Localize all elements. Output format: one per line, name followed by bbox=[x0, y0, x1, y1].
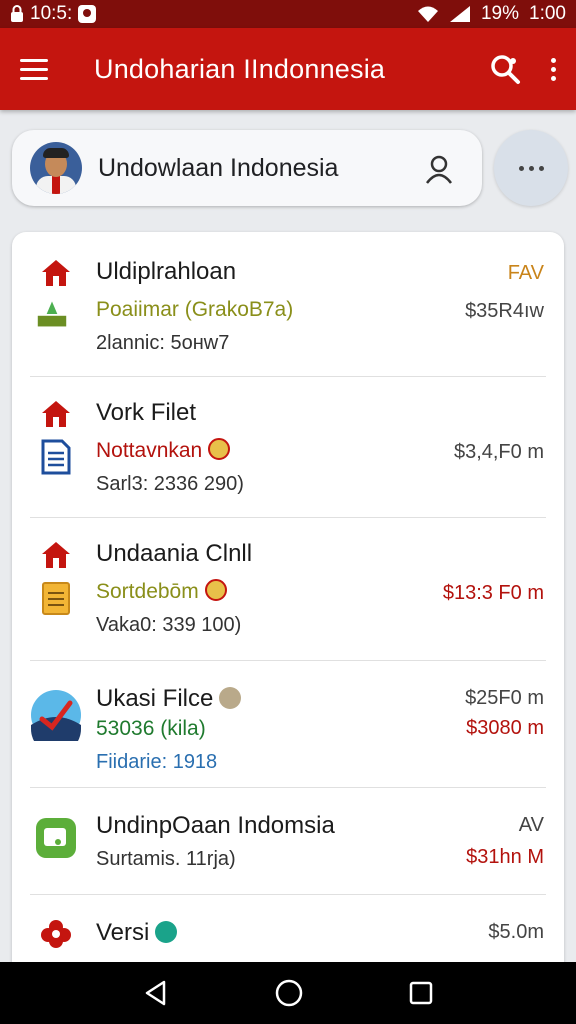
back-icon[interactable] bbox=[142, 979, 170, 1007]
list-item[interactable]: UndinpOaan Indomsia Surtamis. 11rja) AV … bbox=[12, 788, 564, 894]
status-time-left: 10:5: bbox=[30, 3, 73, 24]
item-price-secondary: $3080 m bbox=[466, 717, 544, 739]
item-title: Versi bbox=[96, 919, 178, 947]
search-row: Undowlaan Indonesia bbox=[12, 128, 568, 210]
item-detail: Sarl3: 2336 290) bbox=[96, 473, 244, 495]
home-nav-icon[interactable] bbox=[274, 978, 304, 1008]
item-detail: Vaka0: 339 100) bbox=[96, 614, 242, 636]
avatar bbox=[30, 142, 82, 194]
badge-icon bbox=[219, 686, 242, 709]
item-tag: AV bbox=[518, 814, 544, 836]
item-subtitle: 53036 (kila) bbox=[96, 717, 206, 740]
listing-card: Uldiplrahloan Poaiimar (GrakoB7a) 2lanni… bbox=[12, 232, 564, 992]
item-title: Ukasi Filce bbox=[96, 685, 242, 713]
recents-icon[interactable] bbox=[408, 980, 434, 1006]
navigation-bar bbox=[0, 962, 576, 1024]
item-subtitle: Nottavnkan bbox=[96, 438, 231, 463]
item-detail: Fiidarie: 1918 bbox=[96, 751, 218, 773]
item-price: $5.0m bbox=[488, 921, 544, 943]
list-item[interactable]: Undaania Clnll Sortdebōm Vaka0: 339 100)… bbox=[12, 518, 564, 660]
item-subtitle: Poaiimar (GrakoB7a) bbox=[96, 298, 294, 321]
status-clock: 1:00 bbox=[529, 3, 566, 24]
lock-icon bbox=[11, 5, 23, 22]
badge-icon bbox=[208, 438, 231, 461]
menu-icon[interactable] bbox=[20, 51, 56, 87]
wifi-icon bbox=[417, 6, 438, 22]
item-title: Uldiplrahloan bbox=[96, 258, 237, 285]
item-price: $35R4ıw bbox=[465, 300, 544, 322]
item-fav: FAV bbox=[507, 262, 544, 284]
item-title: Undaania Clnll bbox=[96, 540, 253, 567]
search-settings-icon[interactable] bbox=[489, 53, 521, 85]
app-title: Undoharian IIndonnesia bbox=[94, 53, 386, 84]
document-icon bbox=[41, 439, 71, 475]
item-subtitle: Sortdebōm bbox=[96, 579, 227, 604]
item-price: $3,4,F0 m bbox=[453, 441, 544, 463]
item-title: UndinpOaan Indomsia bbox=[96, 812, 335, 839]
list-item[interactable]: Uldiplrahloan Poaiimar (GrakoB7a) 2lanni… bbox=[12, 232, 564, 376]
item-detail: Surtamis. 11rja) bbox=[96, 848, 236, 870]
status-bar: 10:5: 19% 1:00 bbox=[0, 0, 576, 28]
leaf-icon bbox=[37, 301, 67, 327]
search-label: Undowlaan Indonesia bbox=[98, 153, 339, 182]
signal-icon bbox=[449, 6, 470, 22]
chart-app-icon bbox=[31, 690, 81, 741]
list-item[interactable]: Vork Filet Nottavnkan Sarl3: 2336 290) $… bbox=[12, 377, 564, 517]
home-icon bbox=[42, 401, 70, 427]
app-bar: Undoharian IIndonnesia bbox=[0, 28, 576, 110]
item-price: $13:3 F0 m bbox=[442, 582, 544, 604]
more-vert-icon[interactable] bbox=[551, 57, 556, 81]
wallet-icon bbox=[36, 818, 76, 858]
flower-icon bbox=[41, 920, 71, 948]
item-price: $31hn M bbox=[466, 846, 544, 868]
item-price: $25F0 m bbox=[465, 687, 544, 709]
search-card[interactable]: Undowlaan Indonesia bbox=[12, 130, 482, 206]
badge-icon bbox=[204, 579, 227, 602]
home-icon bbox=[42, 260, 70, 286]
notification-icon bbox=[78, 5, 97, 23]
home-icon bbox=[42, 542, 70, 568]
verified-icon bbox=[155, 920, 178, 943]
battery-level: 19% bbox=[480, 3, 520, 24]
item-title: Vork Filet bbox=[96, 399, 197, 426]
note-icon bbox=[42, 582, 70, 615]
item-detail: 2lannic: 5oнw7 bbox=[96, 332, 230, 354]
list-item[interactable]: Ukasi Filce 53036 (kila) Fiidarie: 1918 … bbox=[12, 661, 564, 787]
more-horiz-icon[interactable] bbox=[494, 130, 568, 206]
user-icon[interactable] bbox=[422, 152, 456, 186]
